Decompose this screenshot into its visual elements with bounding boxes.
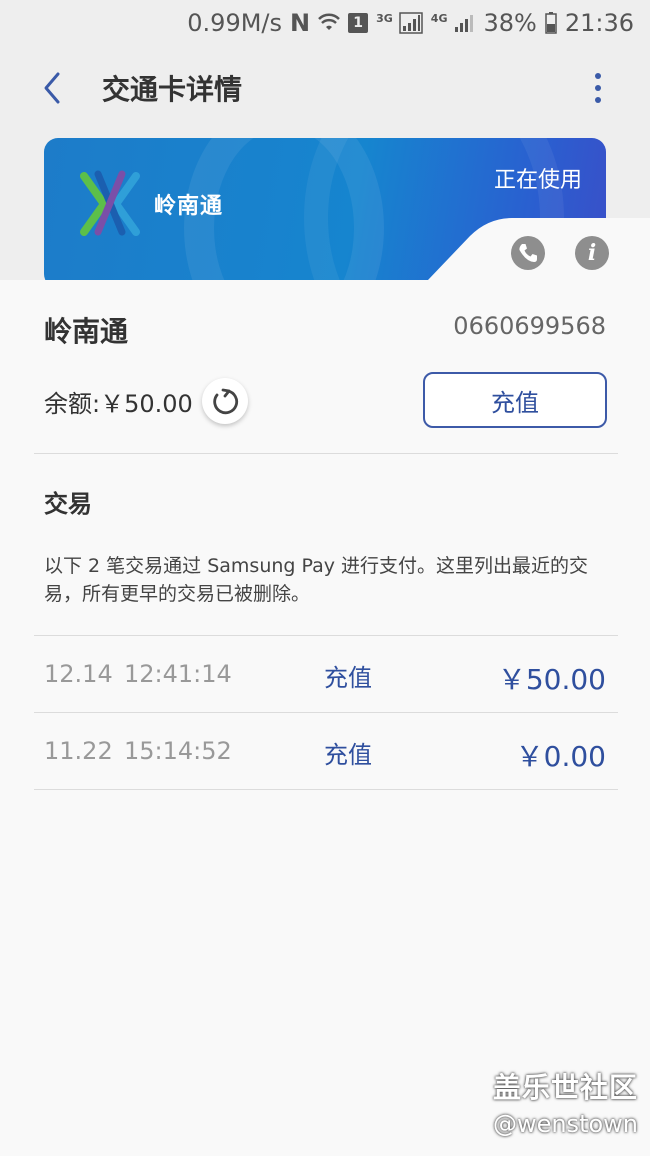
signal-icon (399, 12, 423, 34)
more-options-button[interactable] (586, 68, 610, 108)
clock: 21:36 (564, 9, 634, 37)
phone-button[interactable] (511, 236, 545, 270)
battery-icon (545, 12, 557, 34)
card-status: 正在使用 (493, 168, 582, 193)
app-header: 交通卡详情 (0, 46, 650, 132)
transactions-description: 以下 2 笔交易通过 Samsung Pay 进行支付。这里列出最近的交易，所有… (44, 555, 589, 605)
info-button[interactable]: i (575, 236, 609, 270)
transaction-date: 12.14 (44, 660, 113, 688)
battery-percent: 38% (483, 9, 537, 37)
refresh-icon (213, 388, 239, 415)
watermark-community: 盖乐世社区 (492, 1071, 638, 1104)
transaction-date: 11.22 (44, 737, 113, 765)
watermark-handle: @wenstown (492, 1110, 638, 1138)
transaction-amount: ￥0.00 (515, 740, 606, 773)
network-3g-label: 3G (376, 12, 393, 25)
info-icon: i (587, 240, 597, 266)
divider (34, 453, 618, 454)
back-button[interactable] (32, 66, 72, 110)
refresh-balance-button[interactable] (202, 378, 248, 424)
dot-icon (595, 85, 601, 91)
transaction-row[interactable]: 11.22 15:14:52 充值 ￥0.00 (34, 713, 618, 789)
phone-icon (519, 244, 537, 262)
transaction-type: 充值 (324, 664, 372, 692)
card-name: 岭南通 (44, 315, 129, 348)
card-number: 0660699568 (453, 312, 606, 340)
page-title: 交通卡详情 (102, 73, 243, 106)
transaction-amount: ￥50.00 (497, 663, 606, 696)
network-speed: 0.99M/s (187, 9, 283, 37)
divider (34, 789, 618, 790)
balance-text: 余额:￥50.00 (44, 390, 193, 418)
dot-icon (595, 97, 601, 103)
transaction-time: 12:41:14 (124, 660, 232, 688)
sim-badge: 1 (348, 13, 369, 33)
status-bar: 0.99M/s N 1 3G 4G 38% 21:36 (0, 0, 650, 46)
dot-icon (595, 73, 601, 79)
transaction-type: 充值 (324, 741, 372, 769)
transaction-row[interactable]: 12.14 12:41:14 充值 ￥50.00 (34, 636, 618, 712)
transactions-title: 交易 (44, 490, 92, 518)
network-4g-label: 4G (430, 12, 448, 25)
nfc-icon: N (290, 9, 311, 37)
chevron-left-icon (44, 72, 60, 104)
signal-icon (453, 12, 475, 34)
card-brand: 岭南通 (154, 194, 224, 219)
recharge-button[interactable]: 充值 (423, 372, 607, 428)
watermark: 盖乐世社区 @wenstown (493, 1066, 638, 1138)
transaction-time: 15:14:52 (124, 737, 232, 765)
wifi-icon (318, 12, 341, 34)
